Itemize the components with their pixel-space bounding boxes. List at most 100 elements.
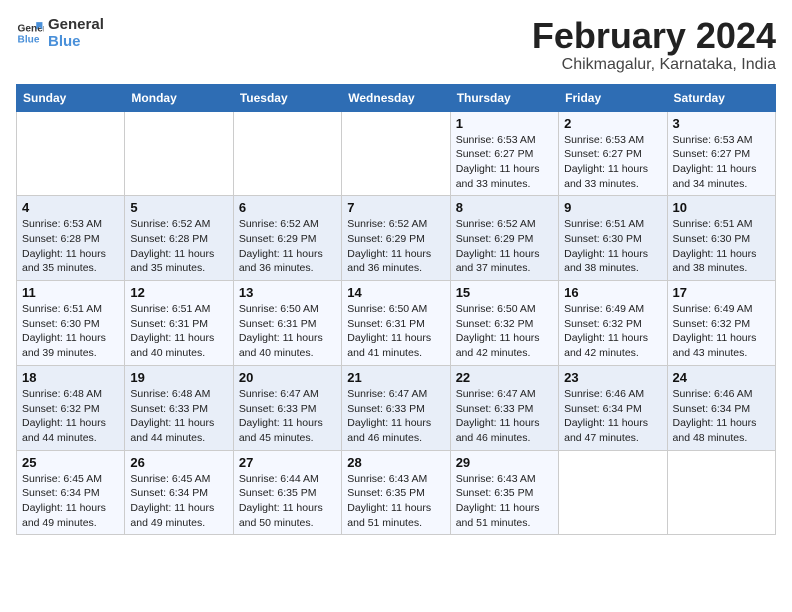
calendar-week-row: 1 Sunrise: 6:53 AMSunset: 6:27 PMDaylight… bbox=[17, 111, 776, 196]
calendar-cell: 28Sunrise: 6:43 AMSunset: 6:35 PMDayligh… bbox=[342, 450, 450, 535]
calendar-cell: 23 Sunrise: 6:46 AMSunset: 6:34 PMDayligh… bbox=[559, 365, 667, 450]
day-number: 22 bbox=[456, 370, 553, 385]
calendar-header-row: SundayMondayTuesdayWednesdayThursdayFrid… bbox=[17, 84, 776, 111]
day-info: Sunrise: 6:50 AMSunset: 6:31 PMDaylight:… bbox=[239, 302, 336, 361]
day-info: Sunrise: 6:51 AMSunset: 6:30 PMDaylight:… bbox=[22, 302, 119, 361]
day-info: Sunrise: 6:43 AMSunset: 6:35 PMDaylight:… bbox=[456, 472, 553, 531]
day-number: 12 bbox=[130, 285, 227, 300]
day-info: Sunrise: 6:45 AMSunset: 6:34 PMDaylight:… bbox=[130, 472, 227, 531]
day-info: Sunrise: 6:53 AMSunset: 6:27 PMDaylight:… bbox=[673, 133, 770, 192]
day-number: 1 bbox=[456, 116, 553, 131]
calendar-cell: 3Sunrise: 6:53 AMSunset: 6:27 PMDaylight… bbox=[667, 111, 775, 196]
day-number: 27 bbox=[239, 455, 336, 470]
calendar-cell: 26 Sunrise: 6:45 AMSunset: 6:34 PMDayligh… bbox=[125, 450, 233, 535]
calendar-week-row: 11Sunrise: 6:51 AMSunset: 6:30 PMDayligh… bbox=[17, 281, 776, 366]
day-info: Sunrise: 6:47 AMSunset: 6:33 PMDaylight:… bbox=[239, 387, 336, 446]
day-number: 15 bbox=[456, 285, 553, 300]
day-info: Sunrise: 6:52 AMSunset: 6:28 PMDaylight:… bbox=[130, 217, 227, 276]
day-number: 5 bbox=[130, 200, 227, 215]
day-info: Sunrise: 6:53 AMSunset: 6:27 PMDaylight:… bbox=[564, 133, 661, 192]
calendar-cell: 1 Sunrise: 6:53 AMSunset: 6:27 PMDaylight… bbox=[450, 111, 558, 196]
day-info: Sunrise: 6:51 AMSunset: 6:30 PMDaylight:… bbox=[564, 217, 661, 276]
calendar-cell: 2 Sunrise: 6:53 AMSunset: 6:27 PMDaylight… bbox=[559, 111, 667, 196]
calendar-cell: 16 Sunrise: 6:49 AMSunset: 6:32 PMDayligh… bbox=[559, 281, 667, 366]
day-info: Sunrise: 6:53 AMSunset: 6:27 PMDaylight:… bbox=[456, 133, 553, 192]
calendar-cell: 18Sunrise: 6:48 AMSunset: 6:32 PMDayligh… bbox=[17, 365, 125, 450]
day-number: 13 bbox=[239, 285, 336, 300]
day-number: 24 bbox=[673, 370, 770, 385]
day-number: 23 bbox=[564, 370, 661, 385]
day-info: Sunrise: 6:50 AMSunset: 6:31 PMDaylight:… bbox=[347, 302, 444, 361]
calendar-cell bbox=[17, 111, 125, 196]
day-info: Sunrise: 6:44 AMSunset: 6:35 PMDaylight:… bbox=[239, 472, 336, 531]
sub-title: Chikmagalur, Karnataka, India bbox=[532, 56, 776, 74]
day-info: Sunrise: 6:48 AMSunset: 6:32 PMDaylight:… bbox=[22, 387, 119, 446]
calendar-cell: 27 Sunrise: 6:44 AMSunset: 6:35 PMDayligh… bbox=[233, 450, 341, 535]
day-info: Sunrise: 6:47 AMSunset: 6:33 PMDaylight:… bbox=[456, 387, 553, 446]
day-number: 19 bbox=[130, 370, 227, 385]
day-number: 25 bbox=[22, 455, 119, 470]
calendar-cell: 5 Sunrise: 6:52 AMSunset: 6:28 PMDaylight… bbox=[125, 196, 233, 281]
day-info: Sunrise: 6:43 AMSunset: 6:35 PMDaylight:… bbox=[347, 472, 444, 531]
day-number: 21 bbox=[347, 370, 444, 385]
calendar-table: SundayMondayTuesdayWednesdayThursdayFrid… bbox=[16, 84, 776, 536]
day-number: 17 bbox=[673, 285, 770, 300]
day-info: Sunrise: 6:53 AMSunset: 6:28 PMDaylight:… bbox=[22, 217, 119, 276]
calendar-cell bbox=[667, 450, 775, 535]
calendar-cell: 25 Sunrise: 6:45 AMSunset: 6:34 PMDayligh… bbox=[17, 450, 125, 535]
day-number: 9 bbox=[564, 200, 661, 215]
calendar-cell: 29 Sunrise: 6:43 AMSunset: 6:35 PMDayligh… bbox=[450, 450, 558, 535]
header-thursday: Thursday bbox=[450, 84, 558, 111]
header-monday: Monday bbox=[125, 84, 233, 111]
calendar-cell: 7 Sunrise: 6:52 AMSunset: 6:29 PMDaylight… bbox=[342, 196, 450, 281]
day-number: 6 bbox=[239, 200, 336, 215]
calendar-cell bbox=[233, 111, 341, 196]
day-info: Sunrise: 6:47 AMSunset: 6:33 PMDaylight:… bbox=[347, 387, 444, 446]
day-number: 4 bbox=[22, 200, 119, 215]
day-info: Sunrise: 6:46 AMSunset: 6:34 PMDaylight:… bbox=[564, 387, 661, 446]
calendar-week-row: 4 Sunrise: 6:53 AMSunset: 6:28 PMDaylight… bbox=[17, 196, 776, 281]
header-sunday: Sunday bbox=[17, 84, 125, 111]
calendar-cell: 9 Sunrise: 6:51 AMSunset: 6:30 PMDaylight… bbox=[559, 196, 667, 281]
day-info: Sunrise: 6:52 AMSunset: 6:29 PMDaylight:… bbox=[239, 217, 336, 276]
day-info: Sunrise: 6:50 AMSunset: 6:32 PMDaylight:… bbox=[456, 302, 553, 361]
day-number: 29 bbox=[456, 455, 553, 470]
day-info: Sunrise: 6:45 AMSunset: 6:34 PMDaylight:… bbox=[22, 472, 119, 531]
day-number: 26 bbox=[130, 455, 227, 470]
calendar-cell: 8 Sunrise: 6:52 AMSunset: 6:29 PMDaylight… bbox=[450, 196, 558, 281]
day-info: Sunrise: 6:51 AMSunset: 6:30 PMDaylight:… bbox=[673, 217, 770, 276]
svg-text:Blue: Blue bbox=[18, 34, 40, 45]
calendar-cell: 13 Sunrise: 6:50 AMSunset: 6:31 PMDayligh… bbox=[233, 281, 341, 366]
day-info: Sunrise: 6:52 AMSunset: 6:29 PMDaylight:… bbox=[456, 217, 553, 276]
logo-icon: General Blue bbox=[16, 19, 44, 47]
day-info: Sunrise: 6:52 AMSunset: 6:29 PMDaylight:… bbox=[347, 217, 444, 276]
header-saturday: Saturday bbox=[667, 84, 775, 111]
day-info: Sunrise: 6:51 AMSunset: 6:31 PMDaylight:… bbox=[130, 302, 227, 361]
calendar-cell: 20 Sunrise: 6:47 AMSunset: 6:33 PMDayligh… bbox=[233, 365, 341, 450]
logo: General Blue General Blue bbox=[16, 16, 104, 50]
header-tuesday: Tuesday bbox=[233, 84, 341, 111]
calendar-week-row: 25 Sunrise: 6:45 AMSunset: 6:34 PMDayligh… bbox=[17, 450, 776, 535]
day-number: 10 bbox=[673, 200, 770, 215]
day-number: 14 bbox=[347, 285, 444, 300]
calendar-cell: 10 Sunrise: 6:51 AMSunset: 6:30 PMDayligh… bbox=[667, 196, 775, 281]
day-number: 8 bbox=[456, 200, 553, 215]
title-section: February 2024 Chikmagalur, Karnataka, In… bbox=[532, 16, 776, 74]
page-header: General Blue General Blue February 2024 … bbox=[16, 16, 776, 74]
day-number: 2 bbox=[564, 116, 661, 131]
calendar-cell bbox=[125, 111, 233, 196]
day-info: Sunrise: 6:48 AMSunset: 6:33 PMDaylight:… bbox=[130, 387, 227, 446]
calendar-cell: 11Sunrise: 6:51 AMSunset: 6:30 PMDayligh… bbox=[17, 281, 125, 366]
calendar-cell: 4 Sunrise: 6:53 AMSunset: 6:28 PMDaylight… bbox=[17, 196, 125, 281]
day-info: Sunrise: 6:49 AMSunset: 6:32 PMDaylight:… bbox=[564, 302, 661, 361]
calendar-week-row: 18Sunrise: 6:48 AMSunset: 6:32 PMDayligh… bbox=[17, 365, 776, 450]
calendar-cell: 17 Sunrise: 6:49 AMSunset: 6:32 PMDayligh… bbox=[667, 281, 775, 366]
day-number: 7 bbox=[347, 200, 444, 215]
main-title: February 2024 bbox=[532, 16, 776, 56]
header-friday: Friday bbox=[559, 84, 667, 111]
calendar-cell: 15 Sunrise: 6:50 AMSunset: 6:32 PMDayligh… bbox=[450, 281, 558, 366]
day-number: 20 bbox=[239, 370, 336, 385]
day-info: Sunrise: 6:49 AMSunset: 6:32 PMDaylight:… bbox=[673, 302, 770, 361]
day-number: 16 bbox=[564, 285, 661, 300]
calendar-cell: 21 Sunrise: 6:47 AMSunset: 6:33 PMDayligh… bbox=[342, 365, 450, 450]
